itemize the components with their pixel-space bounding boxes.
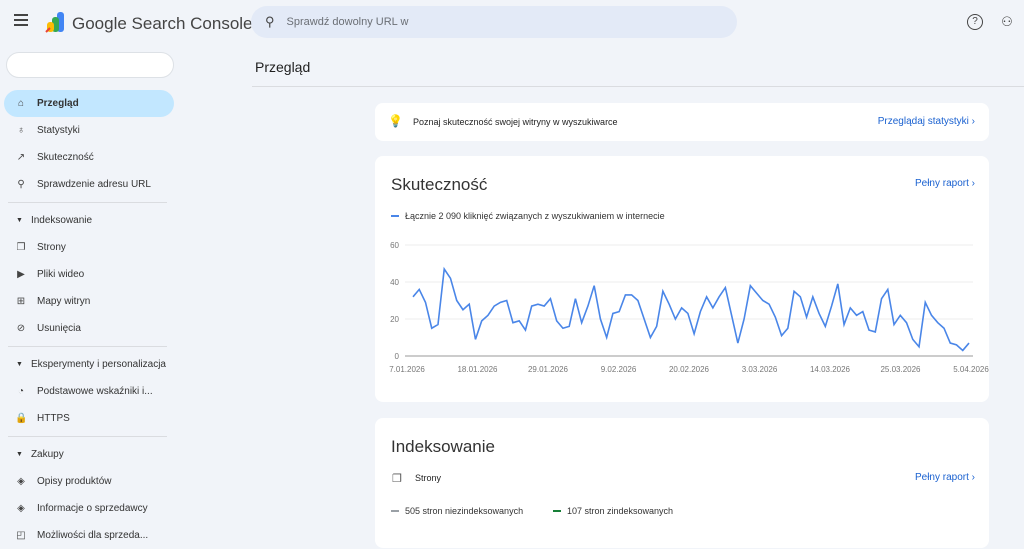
performance-card: Skuteczność Pełny raport › Łącznie 2 090… bbox=[375, 156, 989, 402]
sidebar-item-label: Statystyki bbox=[37, 125, 80, 136]
legend-label: 107 stron zindeksowanych bbox=[567, 506, 673, 516]
caret-down-icon: ▼ bbox=[16, 361, 23, 368]
x-tick-label: 9.02.2026 bbox=[601, 365, 637, 374]
sidebar-section-toggle[interactable]: ▼ Eksperymenty i personalizacja bbox=[0, 351, 180, 378]
legend-indexed: 107 stron zindeksowanych bbox=[553, 506, 673, 516]
y-tick-label: 60 bbox=[390, 241, 399, 250]
divider bbox=[8, 346, 167, 347]
sidebar-item[interactable]: ◈ Informacje o sprzedawcy bbox=[0, 495, 174, 522]
menu-icon[interactable] bbox=[14, 14, 28, 26]
page-title: Przegląd bbox=[255, 59, 310, 75]
pages-icon: ❐ bbox=[392, 472, 402, 485]
sidebar-item-icon: ❐ bbox=[15, 242, 27, 253]
sidebar-item-label: Strony bbox=[37, 242, 66, 253]
caret-down-icon: ▼ bbox=[16, 451, 23, 458]
sidebar-item[interactable]: ❐ Strony bbox=[0, 234, 174, 261]
sidebar-item-icon: ↗ bbox=[15, 152, 27, 163]
section-title: Eksperymenty i personalizacja bbox=[31, 359, 166, 370]
sidebar-item[interactable]: ◰ Możliwości dla sprzeda... bbox=[0, 522, 174, 549]
x-tick-label: 5.04.2026 bbox=[953, 365, 989, 374]
sidebar-item-label: Informacje o sprzedawcy bbox=[37, 503, 148, 514]
sidebar-item-icon: ⊞ bbox=[15, 296, 27, 307]
performance-chart: 0 20 40 60 7.01.2026 18.01.2026 29.01.2026 9.02… bbox=[375, 156, 989, 386]
x-tick-label: 20.02.2026 bbox=[669, 365, 710, 374]
sidebar-item-icon: ⚲ bbox=[15, 179, 27, 190]
x-tick-label: 7.01.2026 bbox=[389, 365, 425, 374]
y-tick-label: 40 bbox=[390, 278, 399, 287]
caret-down-icon: ▼ bbox=[16, 217, 23, 224]
sidebar-item[interactable]: ♁ Statystyki bbox=[0, 117, 174, 144]
sidebar-item-label: Mapy witryn bbox=[37, 296, 90, 307]
sidebar-item-icon: ◔ bbox=[15, 386, 27, 397]
sidebar-item[interactable]: ⊞ Mapy witryn bbox=[0, 288, 174, 315]
sidebar-item[interactable]: ⌂ Przegląd bbox=[4, 90, 174, 117]
search-console-logo bbox=[44, 12, 66, 34]
sidebar-item-icon: ◈ bbox=[15, 476, 27, 487]
property-selector[interactable] bbox=[6, 52, 174, 78]
sidebar-item-label: Usunięcia bbox=[37, 323, 81, 334]
sidebar-item-icon: ◰ bbox=[15, 530, 27, 541]
app-title: Google Search Console bbox=[72, 14, 253, 34]
sidebar-item-icon: ♁ bbox=[15, 125, 27, 136]
sidebar-item[interactable]: ◈ Opisy produktów bbox=[0, 468, 174, 495]
sidebar-item[interactable]: ⊘ Usunięcia bbox=[0, 315, 174, 342]
x-tick-label: 14.03.2026 bbox=[810, 365, 851, 374]
insights-banner: 💡 Poznaj skuteczność swojej witryny w wy… bbox=[375, 103, 989, 141]
sidebar-item-label: Podstawowe wskaźniki i... bbox=[37, 386, 153, 397]
divider bbox=[8, 202, 167, 203]
series-line bbox=[413, 269, 969, 350]
sidebar-item-icon: 🔒 bbox=[15, 413, 27, 424]
legend-not-indexed: 505 stron niezindeksowanych bbox=[391, 506, 523, 516]
lightbulb-icon: 💡 bbox=[388, 114, 403, 128]
search-icon: ⚲ bbox=[265, 14, 275, 30]
sidebar-item[interactable]: ▶ Pliki wideo bbox=[0, 261, 174, 288]
sidebar-item-label: Opisy produktów bbox=[37, 476, 111, 487]
section-title: Zakupy bbox=[31, 449, 64, 460]
indexing-title: Indeksowanie bbox=[391, 437, 495, 457]
sidebar-section-toggle[interactable]: ▼ Zakupy bbox=[0, 441, 180, 468]
section-title: Indeksowanie bbox=[31, 215, 92, 226]
banner-text: Poznaj skuteczność swojej witryny w wysz… bbox=[413, 117, 618, 127]
sidebar-item-icon: ◈ bbox=[15, 503, 27, 514]
sidebar-item[interactable]: ↗ Skuteczność bbox=[0, 144, 174, 171]
sidebar-item[interactable]: 🔒 HTTPS bbox=[0, 405, 174, 432]
sidebar-item-label: Przegląd bbox=[37, 98, 79, 109]
sidebar-item-label: Sprawdzenie adresu URL bbox=[37, 179, 151, 190]
sidebar: ⌂ Przegląd ♁ Statystyki ↗ Skuteczność ⚲ Sprawdz… bbox=[0, 52, 180, 549]
top-bar: Google Search Console ⚲ Sprawdź dowolny U… bbox=[0, 0, 1024, 46]
sidebar-item-icon: ⊘ bbox=[15, 323, 27, 334]
sidebar-item-label: Możliwości dla sprzeda... bbox=[37, 530, 148, 541]
sidebar-item[interactable]: ⚲ Sprawdzenie adresu URL bbox=[0, 171, 174, 198]
sidebar-item[interactable]: ◔ Podstawowe wskaźniki i... bbox=[0, 378, 174, 405]
view-insights-link[interactable]: Przeglądaj statystyki › bbox=[878, 116, 975, 127]
indexing-full-report-link[interactable]: Pełny raport › bbox=[915, 472, 975, 483]
indexing-card: Indeksowanie ❐ Strony Pełny raport › 505… bbox=[375, 418, 989, 548]
indexing-subtitle: Strony bbox=[415, 473, 441, 483]
search-input[interactable]: Sprawdź dowolny URL w bbox=[287, 16, 409, 28]
divider bbox=[252, 86, 1024, 87]
x-tick-label: 29.01.2026 bbox=[528, 365, 569, 374]
help-icon[interactable]: ? bbox=[967, 14, 983, 30]
url-inspect-search[interactable]: ⚲ Sprawdź dowolny URL w bbox=[251, 6, 737, 38]
sidebar-item-icon: ⌂ bbox=[15, 98, 27, 109]
sidebar-section-toggle[interactable]: ▼ Indeksowanie bbox=[0, 207, 180, 234]
x-tick-label: 3.03.2026 bbox=[742, 365, 778, 374]
x-tick-label: 18.01.2026 bbox=[457, 365, 498, 374]
divider bbox=[8, 436, 167, 437]
sidebar-item-icon: ▶ bbox=[15, 269, 27, 280]
sidebar-item-label: HTTPS bbox=[37, 413, 70, 424]
manage-accounts-icon[interactable]: ⚇ bbox=[999, 14, 1015, 30]
sidebar-item-label: Pliki wideo bbox=[37, 269, 84, 280]
sidebar-item-label: Skuteczność bbox=[37, 152, 94, 163]
y-tick-label: 0 bbox=[395, 352, 400, 361]
legend-label: 505 stron niezindeksowanych bbox=[405, 506, 523, 516]
y-tick-label: 20 bbox=[390, 315, 399, 324]
x-tick-label: 25.03.2026 bbox=[880, 365, 921, 374]
